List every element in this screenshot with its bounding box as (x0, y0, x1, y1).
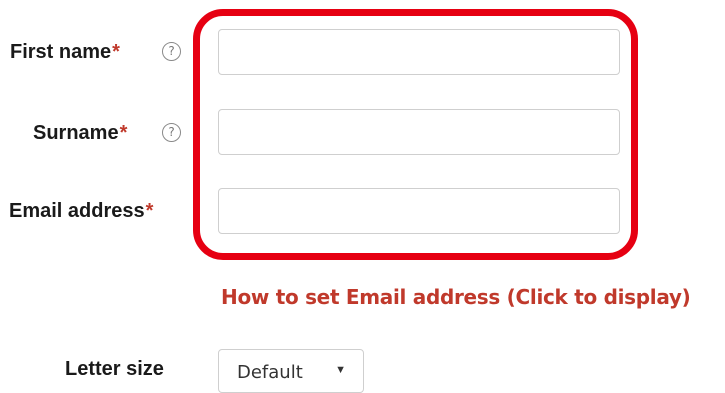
email-help-link[interactable]: How to set Email address (Click to displ… (221, 285, 691, 309)
letter-size-select[interactable]: Default ▼ (218, 349, 364, 393)
letter-size-label: Letter size (65, 358, 164, 380)
surname-help-icon[interactable]: ? (162, 123, 181, 142)
first-name-label: First name* (10, 40, 120, 64)
email-label: Email address* (9, 199, 153, 223)
first-name-help-icon[interactable]: ? (162, 42, 181, 61)
caret-down-icon: ▼ (335, 364, 346, 376)
email-label-text: Email address (9, 200, 145, 222)
email-required-mark: * (145, 200, 154, 222)
letter-size-selected-value: Default (237, 362, 303, 383)
surname-label: Surname* (33, 121, 127, 145)
surname-required-mark: * (119, 122, 128, 144)
email-field[interactable] (218, 188, 620, 234)
surname-label-text: Surname (33, 122, 119, 144)
first-name-required-mark: * (112, 41, 120, 63)
surname-field[interactable] (218, 109, 620, 155)
first-name-field[interactable] (218, 29, 620, 75)
first-name-label-text: First name (10, 41, 112, 63)
